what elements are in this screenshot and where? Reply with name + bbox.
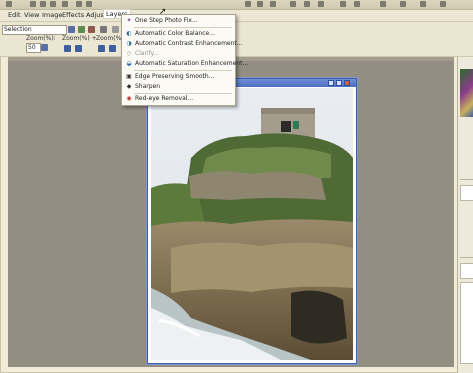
zoom-in-icon[interactable] (64, 45, 71, 52)
zoom-out-more-icon[interactable] (109, 45, 116, 52)
app-icon (6, 1, 12, 7)
saturation-icon: ◒ (126, 60, 132, 67)
stop-icon[interactable] (88, 26, 95, 33)
ruin-doorway (281, 121, 291, 132)
one-step-fix-icon: ✦ (126, 17, 132, 24)
menu-item-auto-color-balance[interactable]: ◐ Automatic Color Balance... (122, 29, 235, 39)
toolbar-icon-e[interactable] (304, 1, 310, 7)
contrast-icon: ◑ (126, 40, 132, 47)
toolbar-icon-l[interactable] (440, 1, 446, 7)
layers-list[interactable] (460, 282, 473, 364)
toolbar-icon-f[interactable] (318, 1, 324, 7)
toolbar-icon-k[interactable] (420, 1, 426, 7)
sharpen-icon: ◆ (126, 83, 132, 90)
zoom-in-more-icon[interactable] (75, 45, 82, 52)
smooth-icon: ▣ (126, 73, 132, 80)
right-dock-panel (457, 57, 473, 373)
quick-undo-icon[interactable] (76, 1, 82, 7)
menu-item-auto-contrast[interactable]: ◑ Automatic Contrast Enhancement... (122, 39, 242, 49)
quick-save-icon[interactable] (50, 1, 56, 7)
toolbar-icon-h[interactable] (354, 1, 360, 7)
cave (291, 290, 347, 344)
zoom-spin-icon[interactable] (41, 44, 48, 51)
panel-field-b[interactable] (460, 263, 473, 279)
quick-redo-icon[interactable] (86, 1, 92, 7)
menu-item-auto-saturation[interactable]: ◒ Automatic Saturation Enhancement... (122, 59, 248, 69)
zoom-in-label: Zoom(%) + (62, 35, 97, 42)
zoom-label: Zoom(%): (26, 35, 56, 42)
clarify-icon: ◇ (126, 50, 132, 57)
zoom-field[interactable]: 50 (26, 43, 41, 53)
red-eye-icon: ◉ (126, 95, 132, 102)
toolbar-icon-g[interactable] (340, 1, 346, 7)
menu-item-sharpen[interactable]: ◆ Sharpen (122, 82, 235, 92)
minimize-icon[interactable] (328, 80, 334, 86)
menu-item-red-eye-removal[interactable]: ◉ Red-eye Removal... (122, 94, 235, 104)
settings-icon[interactable] (112, 26, 119, 33)
close-icon[interactable] (344, 80, 350, 86)
panel-field-a[interactable] (460, 185, 473, 201)
menu-image[interactable]: Image (42, 11, 62, 19)
app-titlebar (0, 0, 473, 10)
toolbar-icon-d[interactable] (290, 1, 296, 7)
quick-open-icon[interactable] (40, 1, 46, 7)
menu-item-edge-preserving-smooth[interactable]: ▣ Edge Preserving Smooth... (122, 72, 235, 82)
toolbar-icon-j[interactable] (400, 1, 406, 7)
color-balance-icon: ◐ (126, 30, 132, 37)
image-window[interactable] (147, 78, 357, 364)
maximize-icon[interactable] (336, 80, 342, 86)
zoom-out-icon[interactable] (98, 45, 105, 52)
options-icon[interactable] (100, 26, 107, 33)
play-icon[interactable] (68, 26, 75, 33)
menu-item-one-step-photo-fix[interactable]: ✦ One Step Photo Fix... (122, 16, 235, 26)
quick-print-icon[interactable] (62, 1, 68, 7)
menu-view[interactable]: View (24, 11, 39, 19)
toolbar-icon-b[interactable] (257, 1, 263, 7)
menu-edit[interactable]: Edit (8, 11, 21, 19)
toolbar-icon-c[interactable] (270, 1, 276, 7)
record-icon[interactable] (78, 26, 85, 33)
menu-effects[interactable]: Effects (62, 11, 84, 19)
quick-new-icon[interactable] (30, 1, 36, 7)
menubar: Edit View Image Effects Adjust Layers (0, 9, 473, 22)
menu-item-clarify: ◇ Clarify... (126, 50, 160, 57)
toolbar-icon-a[interactable] (245, 1, 251, 7)
adjust-dropdown-menu: ✦ One Step Photo Fix... ◐ Automatic Colo… (121, 14, 248, 106)
tool-combo[interactable]: Selection (2, 25, 67, 35)
photo-canvas[interactable] (151, 88, 353, 360)
mouse-pointer-icon: ➚ (159, 7, 167, 17)
color-palette[interactable] (460, 69, 473, 117)
toolbar-icon-i[interactable] (380, 1, 386, 7)
